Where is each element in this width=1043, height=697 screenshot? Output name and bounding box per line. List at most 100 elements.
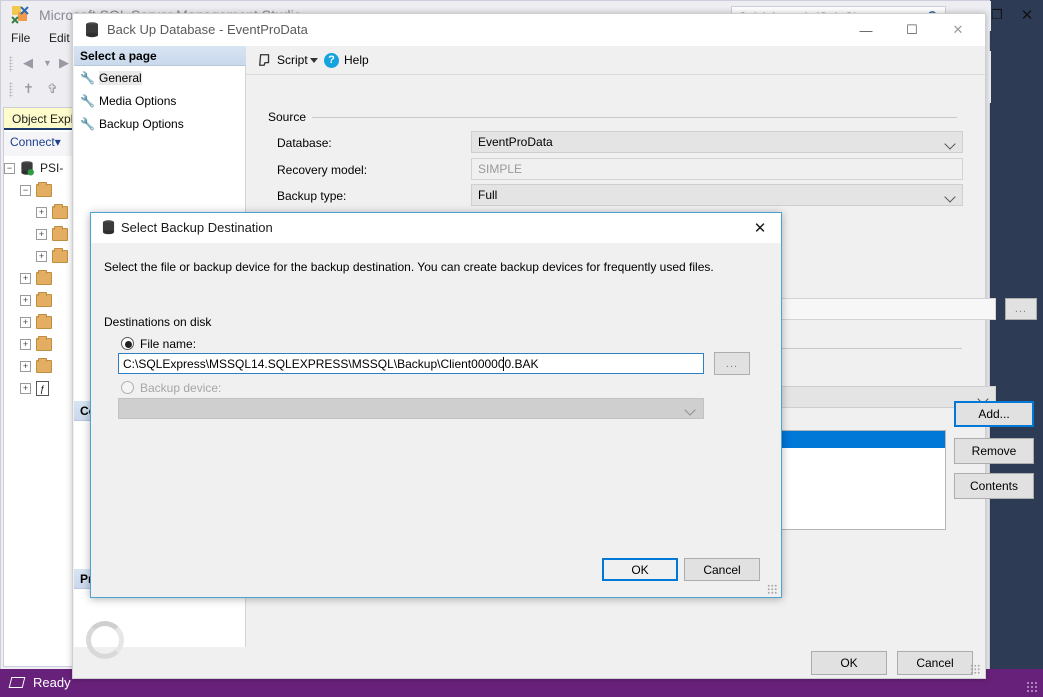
backup-device-radio[interactable] xyxy=(121,381,134,394)
database-value: EventProData xyxy=(478,135,553,149)
backup-script-toolbar: Script ? Help xyxy=(246,46,985,75)
script-button-label[interactable]: Script xyxy=(277,53,308,67)
add-button[interactable]: Add... xyxy=(954,401,1034,427)
chevron-down-icon[interactable]: ▾ xyxy=(55,135,61,149)
folder-icon xyxy=(52,204,68,219)
database-icon xyxy=(86,22,98,38)
file-name-input[interactable]: C:\SQLExpress\MSSQL14.SQLEXPRESS\MSSQL\B… xyxy=(118,353,704,374)
backup-cancel-button[interactable]: Cancel xyxy=(897,651,973,675)
recovery-model-label: Recovery model: xyxy=(277,163,368,177)
expand-icon[interactable]: + xyxy=(20,339,31,350)
destinations-on-disk-label: Destinations on disk xyxy=(104,315,212,329)
back-arrow-icon[interactable]: ◀ xyxy=(23,55,33,71)
sidebar-item-backup-options-label: Backup Options xyxy=(99,117,184,131)
folder-icon xyxy=(36,336,52,351)
expand-icon[interactable]: + xyxy=(20,295,31,306)
database-icon xyxy=(102,220,115,235)
sbd-resize-grip[interactable] xyxy=(767,584,777,594)
text-cursor xyxy=(503,357,504,371)
chevron-down-icon xyxy=(684,404,696,416)
backup-type-value: Full xyxy=(478,188,498,202)
collapse-icon[interactable]: − xyxy=(4,163,15,174)
remove-button[interactable]: Remove xyxy=(954,438,1034,464)
expand-icon[interactable]: + xyxy=(20,361,31,372)
status-text: Ready xyxy=(33,675,71,690)
expand-icon[interactable]: + xyxy=(20,317,31,328)
select-backup-destination-dialog: Select Backup Destination ✕ Select the f… xyxy=(90,212,782,598)
menu-edit[interactable]: Edit xyxy=(49,31,70,45)
folder-icon xyxy=(36,182,52,197)
chevron-down-icon[interactable] xyxy=(944,191,956,203)
database-combobox[interactable]: EventProData xyxy=(471,131,963,153)
file-name-browse-button[interactable]: ... xyxy=(714,352,750,375)
expand-icon[interactable]: + xyxy=(36,251,47,262)
help-button-label[interactable]: Help xyxy=(344,53,369,67)
backup-type-combobox[interactable]: Full xyxy=(471,184,963,206)
radio-selected-dot xyxy=(125,341,132,348)
ssms-logo-icon xyxy=(11,6,29,24)
wrench-icon: 🔧 xyxy=(80,71,95,85)
chevron-down-icon[interactable] xyxy=(944,138,956,150)
progress-spinner-icon xyxy=(86,621,124,659)
backup-device-combobox xyxy=(118,398,704,419)
new-query-icon[interactable]: ✝ xyxy=(23,81,34,97)
backup-device-radio-label: Backup device: xyxy=(140,381,222,395)
folder-icon xyxy=(52,248,68,263)
select-a-page-label: Select a page xyxy=(80,49,157,63)
select-a-page-header: Select a page xyxy=(74,46,246,66)
chevron-down-icon[interactable] xyxy=(310,58,318,63)
backup-dialog-titlebar: Back Up Database - EventProData — ☐ ✕ xyxy=(73,14,985,46)
tree-node-label: PSI- xyxy=(40,161,64,175)
file-name-radio[interactable] xyxy=(121,337,134,350)
backup-ok-button[interactable]: OK xyxy=(811,651,887,675)
folder-icon xyxy=(36,270,52,285)
filter-icon[interactable]: ✞ xyxy=(47,81,58,97)
connect-button[interactable]: Connect▾ xyxy=(10,135,61,149)
forward-arrow-icon[interactable]: ▶ xyxy=(59,55,69,71)
expand-icon[interactable]: + xyxy=(20,273,31,284)
wrench-icon: 🔧 xyxy=(80,117,95,131)
window-restore-button[interactable]: ❐ xyxy=(985,4,1009,26)
backup-dialog-title: Back Up Database - EventProData xyxy=(107,22,308,37)
wrench-icon: 🔧 xyxy=(80,94,95,108)
expand-icon[interactable]: + xyxy=(36,229,47,240)
sbd-ok-button[interactable]: OK xyxy=(602,558,678,581)
window-close-button[interactable]: ✕ xyxy=(1015,4,1039,26)
script-icon: ƒ xyxy=(36,381,49,396)
sbd-title: Select Backup Destination xyxy=(121,220,273,235)
sbd-titlebar: Select Backup Destination ✕ xyxy=(91,213,781,243)
backup-type-label: Backup type: xyxy=(277,189,347,203)
folder-icon xyxy=(52,226,68,241)
folder-icon xyxy=(36,358,52,373)
backup-minimize-button[interactable]: — xyxy=(843,14,889,46)
source-group-divider xyxy=(312,117,957,118)
folder-icon xyxy=(36,314,52,329)
toolbar-grip[interactable] xyxy=(9,56,13,72)
backup-dialog-resize-grip[interactable] xyxy=(970,664,981,675)
sidebar-item-general-label: General xyxy=(99,71,142,85)
script-icon xyxy=(259,54,270,66)
sidebar-item-media-options-label: Media Options xyxy=(99,94,177,108)
collapse-icon[interactable]: − xyxy=(20,185,31,196)
recovery-model-field: SIMPLE xyxy=(471,158,963,180)
backup-set-browse-button[interactable]: ... xyxy=(1005,298,1037,320)
server-icon xyxy=(21,161,34,176)
backup-maximize-button[interactable]: ☐ xyxy=(889,14,935,46)
resize-grip[interactable] xyxy=(1026,681,1038,693)
backup-close-button[interactable]: ✕ xyxy=(935,14,981,46)
file-name-value: C:\SQLExpress\MSSQL14.SQLEXPRESS\MSSQL\B… xyxy=(123,357,539,371)
sbd-close-button[interactable]: ✕ xyxy=(741,213,779,243)
source-group-title: Source xyxy=(268,110,312,124)
contents-button[interactable]: Contents xyxy=(954,473,1034,499)
file-name-radio-label: File name: xyxy=(140,337,197,351)
chevron-down-icon[interactable]: ▼ xyxy=(43,58,52,68)
recovery-model-value: SIMPLE xyxy=(478,162,523,176)
expand-icon[interactable]: + xyxy=(36,207,47,218)
menu-file[interactable]: File xyxy=(11,31,30,45)
expand-icon[interactable]: + xyxy=(20,383,31,394)
help-icon[interactable]: ? xyxy=(324,53,339,68)
ready-icon xyxy=(8,677,26,688)
toolbar-grip-2[interactable] xyxy=(9,82,13,98)
sbd-description: Select the file or backup device for the… xyxy=(104,260,714,274)
sbd-cancel-button[interactable]: Cancel xyxy=(684,558,760,581)
